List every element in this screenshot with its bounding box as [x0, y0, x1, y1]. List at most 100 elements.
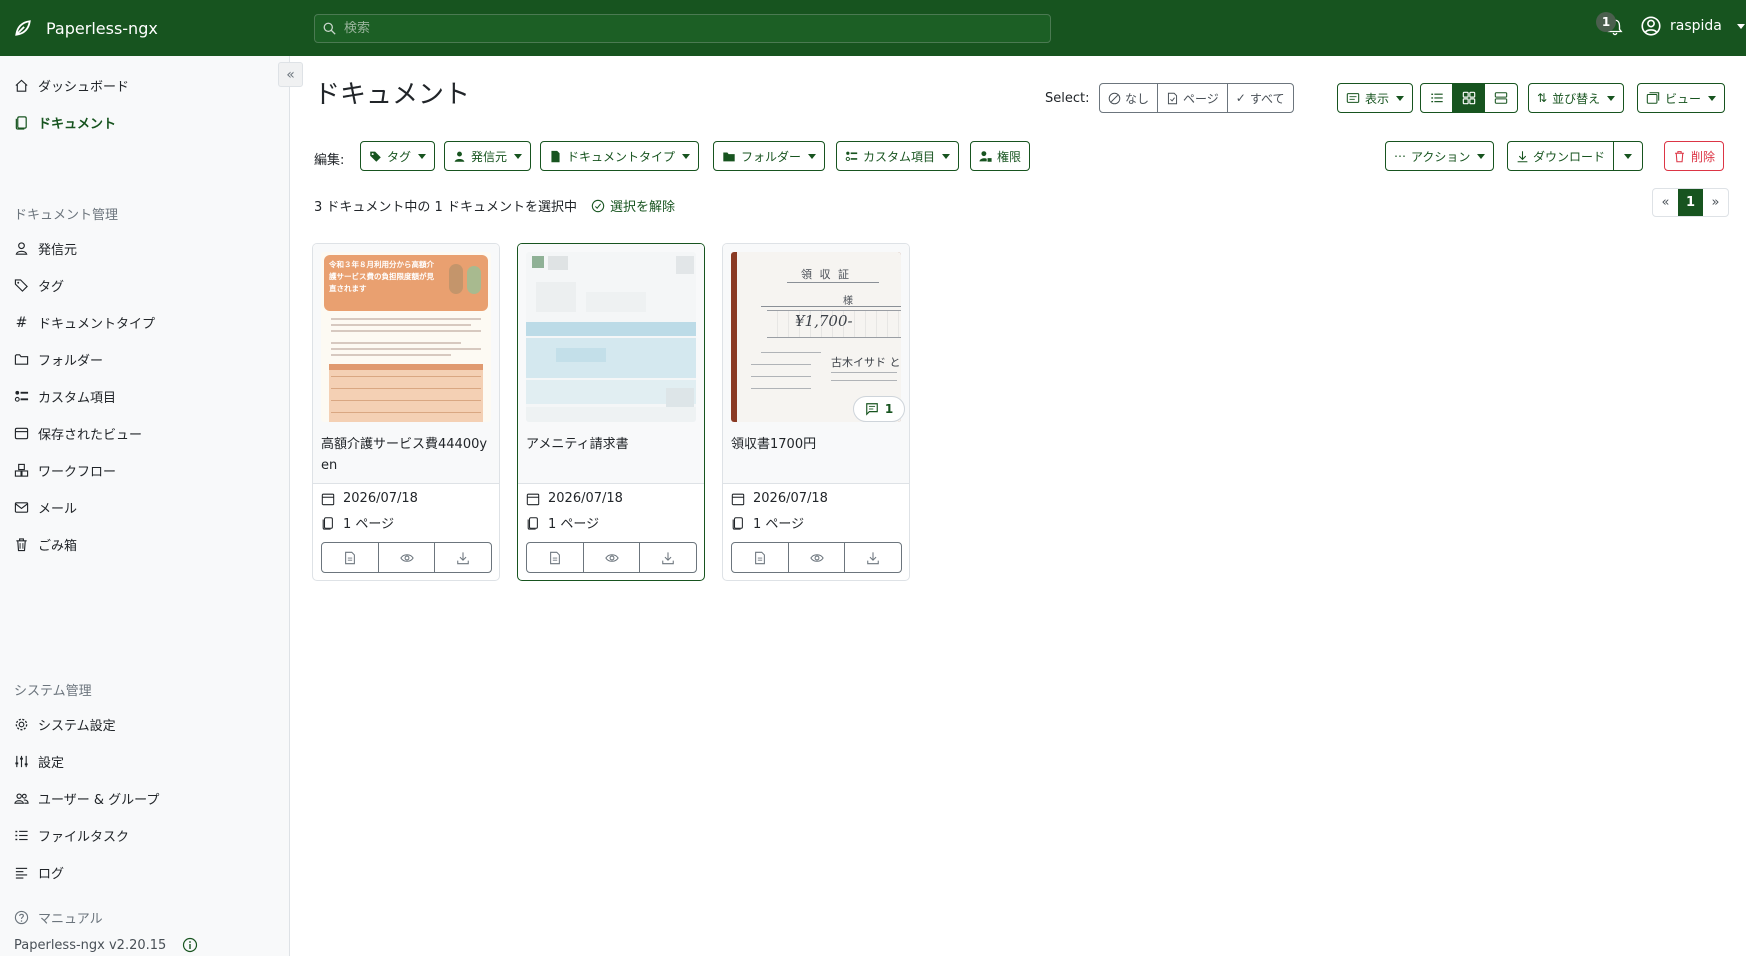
- card-actions: [731, 542, 902, 573]
- notifications-button[interactable]: 1: [1596, 12, 1630, 42]
- thumb-receipt-amount: ¥1,700-: [795, 312, 853, 330]
- selection-count-text: 3 ドキュメント中の 1 ドキュメントを選択中: [314, 200, 577, 215]
- leaf-logo-icon: [15, 20, 31, 36]
- person-icon: [15, 242, 28, 255]
- files-icon: [527, 516, 538, 530]
- edit-custom-fields-button[interactable]: カスタム項目: [836, 141, 960, 171]
- chevron-down-icon: [682, 153, 691, 159]
- document-card[interactable]: アメニティ請求書 2026/07/18 1 ページ: [517, 243, 705, 581]
- sidebar-item-manual[interactable]: マニュアル: [14, 908, 103, 927]
- layout-table-button[interactable]: [1421, 84, 1453, 112]
- download-document-button[interactable]: [845, 543, 901, 572]
- files-icon: [322, 516, 333, 530]
- open-details-button[interactable]: [732, 543, 789, 572]
- files-icon: [732, 516, 743, 530]
- edit-folder-button[interactable]: フォルダー: [713, 141, 826, 171]
- delete-button[interactable]: 削除: [1664, 141, 1725, 171]
- open-details-button[interactable]: [322, 543, 379, 572]
- layout-small-cards-button[interactable]: [1453, 84, 1485, 112]
- sort-dropdown-button[interactable]: ⇅ 並び替え: [1528, 83, 1625, 113]
- trash-icon: [16, 538, 27, 552]
- eye-icon: [604, 553, 619, 562]
- sidebar-item-file-tasks[interactable]: ファイルタスク: [14, 826, 129, 845]
- document-card[interactable]: 領 収 証 様 ¥1,700- 古木イサド とと 1 領収書1700円 2026…: [722, 243, 910, 581]
- actions-dropdown-button[interactable]: ⋯ アクション: [1385, 141, 1495, 171]
- edit-document-type-button[interactable]: ドキュメントタイプ: [540, 141, 700, 171]
- house-icon: [15, 79, 28, 92]
- global-search[interactable]: [314, 14, 1051, 43]
- sliders-icon: [15, 755, 28, 768]
- document-thumbnail[interactable]: [526, 252, 696, 422]
- check-all-icon: ✓: [1235, 91, 1246, 105]
- notes-badge[interactable]: 1: [853, 396, 905, 422]
- sidebar-item-settings[interactable]: 設定: [14, 752, 64, 771]
- search-input[interactable]: [344, 21, 1024, 36]
- display-dropdown-button[interactable]: 表示: [1337, 83, 1414, 113]
- user-menu[interactable]: raspida: [1641, 16, 1745, 36]
- edit-tags-button[interactable]: タグ: [360, 141, 436, 171]
- app-name: Paperless-ngx: [46, 18, 158, 38]
- sort-arrows-icon: ⇅: [1537, 91, 1548, 105]
- chevron-down-icon: [1396, 95, 1405, 101]
- pagination-prev[interactable]: «: [1653, 189, 1678, 216]
- sidebar-item-system-settings[interactable]: システム設定: [14, 715, 116, 734]
- document-page-count: 1 ページ: [526, 513, 599, 532]
- select-all-button[interactable]: ✓ すべて: [1228, 84, 1293, 112]
- sidebar-item-tags[interactable]: タグ: [14, 276, 64, 295]
- sidebar-item-saved-views[interactable]: 保存されたビュー: [14, 424, 142, 443]
- download-options-toggle[interactable]: [1614, 142, 1642, 170]
- edit-correspondent-button[interactable]: 発信元: [444, 141, 532, 171]
- open-details-button[interactable]: [527, 543, 584, 572]
- download-document-button[interactable]: [640, 543, 696, 572]
- sidebar-item-users-groups[interactable]: ユーザー & グループ: [14, 789, 159, 808]
- sidebar-item-workflows[interactable]: ワークフロー: [14, 461, 116, 480]
- preview-button[interactable]: [584, 543, 641, 572]
- hdd-stack-icon: [1494, 92, 1508, 104]
- download-button[interactable]: ダウンロード: [1508, 142, 1615, 170]
- select-page-button[interactable]: ページ: [1158, 84, 1228, 112]
- check-circle-icon: [591, 199, 605, 212]
- layout-toggle-group: [1420, 83, 1518, 113]
- pagination-next[interactable]: »: [1703, 189, 1728, 216]
- info-circle-icon[interactable]: [182, 937, 198, 953]
- sidebar-item-trash[interactable]: ごみ箱: [14, 535, 77, 554]
- clear-selection-link[interactable]: 選択を解除: [591, 196, 675, 215]
- brand[interactable]: Paperless-ngx: [0, 19, 314, 38]
- grid-icon: [1462, 91, 1475, 105]
- chevron-down-icon: [1736, 23, 1745, 29]
- sidebar-item-custom-fields[interactable]: カスタム項目: [14, 387, 116, 406]
- document-thumbnail[interactable]: 令和３年８月利用分から高額介護サービス費の負担限度額が見直されます: [321, 252, 491, 422]
- sidebar-item-logs[interactable]: ログ: [14, 863, 64, 882]
- document-date: 2026/07/18: [526, 491, 623, 506]
- layout-large-cards-button[interactable]: [1485, 84, 1517, 112]
- download-document-button[interactable]: [435, 543, 491, 572]
- download-icon: [662, 551, 674, 564]
- hash-icon: #: [15, 314, 28, 331]
- chat-left-text-icon: [865, 403, 878, 416]
- chevron-down-icon: [514, 153, 523, 159]
- sidebar-item-mail[interactable]: メール: [14, 498, 77, 517]
- sidebar-item-document-types[interactable]: # ドキュメントタイプ: [14, 313, 155, 333]
- ui-radios-icon: [845, 151, 858, 161]
- sidebar-item-dashboard[interactable]: ダッシュボード: [14, 76, 129, 95]
- preview-button[interactable]: [379, 543, 436, 572]
- select-none-button[interactable]: なし: [1100, 84, 1159, 112]
- app-version: Paperless-ngx v2.20.15: [14, 937, 198, 953]
- thumb-receipt-honorific: 様: [843, 296, 853, 307]
- boxes-icon: [14, 463, 29, 477]
- chevron-down-icon: [1607, 95, 1616, 101]
- preview-button[interactable]: [789, 543, 846, 572]
- views-dropdown-button[interactable]: ビュー: [1637, 83, 1726, 113]
- collapse-sidebar-button[interactable]: «: [278, 62, 303, 87]
- document-page-count: 1 ページ: [321, 513, 394, 532]
- document-card[interactable]: 令和３年８月利用分から高額介護サービス費の負担限度額が見直されます 高額介護サー…: [312, 243, 500, 581]
- card-actions: [526, 542, 697, 573]
- edit-permissions-button[interactable]: 権限: [970, 141, 1031, 171]
- sidebar-item-correspondents[interactable]: 発信元: [14, 239, 77, 258]
- sidebar-item-documents[interactable]: ドキュメント: [14, 113, 116, 132]
- thumb-banner-text: 令和３年８月利用分から高額介護サービス費の負担限度額が見直されます: [329, 260, 434, 293]
- pagination-page-1[interactable]: 1: [1678, 189, 1703, 216]
- sidebar-item-folders[interactable]: フォルダー: [14, 350, 103, 369]
- pagination: « 1 »: [1652, 188, 1729, 217]
- edit-label: 編集:: [314, 153, 345, 168]
